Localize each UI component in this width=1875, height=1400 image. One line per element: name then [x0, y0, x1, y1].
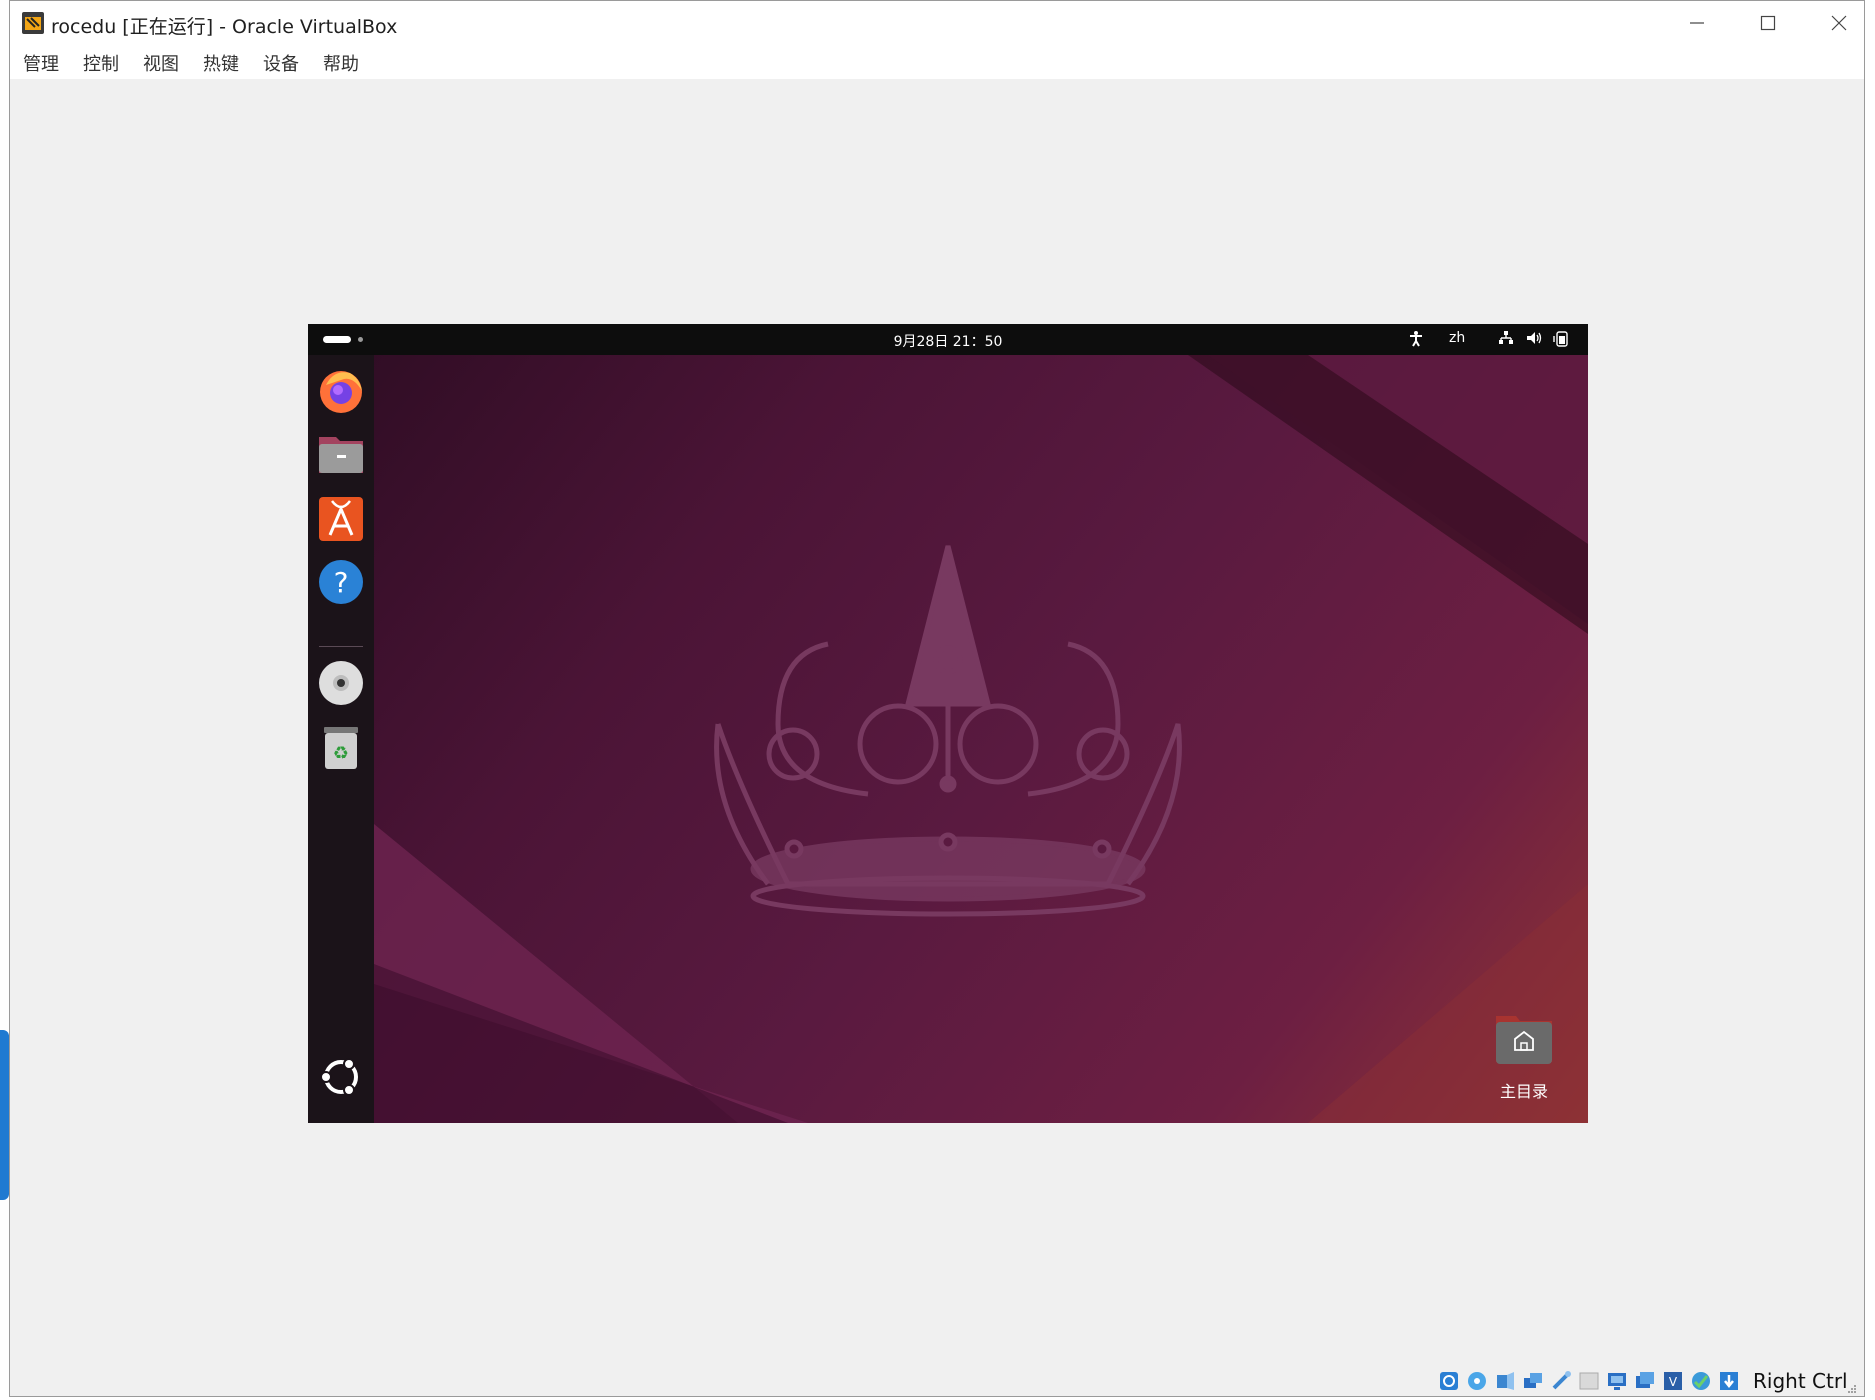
virtualbox-window: rocedu [正在运行] - Oracle VirtualBox 管理 控制 … — [9, 0, 1865, 1397]
minimize-icon — [1690, 22, 1704, 24]
close-icon — [1831, 15, 1847, 31]
input-method-indicator[interactable]: zh — [1449, 330, 1465, 346]
svg-text:♻: ♻ — [333, 743, 349, 764]
video-capture-icon[interactable] — [1634, 1370, 1656, 1392]
power-icon[interactable] — [1553, 330, 1569, 348]
network-icon[interactable] — [1498, 330, 1514, 346]
minimize-button[interactable] — [1662, 1, 1732, 45]
menu-machine[interactable]: 管理 — [21, 50, 61, 76]
shared-folders-icon[interactable] — [1578, 1370, 1600, 1392]
menu-view[interactable]: 视图 — [141, 50, 181, 76]
host-key-label[interactable]: Right Ctrl — [1753, 1369, 1848, 1393]
trash-icon[interactable]: ♻ — [316, 722, 366, 772]
maximize-icon — [1760, 15, 1776, 31]
hard-disk-icon[interactable] — [1438, 1370, 1460, 1392]
clock[interactable]: 9月28日 21：50 — [308, 331, 1588, 351]
audio-icon[interactable] — [1494, 1370, 1516, 1392]
menu-hotkeys[interactable]: 热键 — [201, 50, 241, 76]
help-icon[interactable]: ? — [316, 557, 366, 607]
guest-additions-icon[interactable] — [1690, 1370, 1712, 1392]
gnome-top-bar: 9月28日 21：50 zh — [308, 324, 1588, 355]
guest-screen[interactable]: 9月28日 21：50 zh ? ♻ 主目录 — [308, 324, 1588, 1123]
host-desktop-edge — [0, 1030, 9, 1200]
svg-text:?: ? — [334, 566, 349, 599]
menu-devices[interactable]: 设备 — [261, 50, 301, 76]
keyboard-capture-icon[interactable] — [1718, 1370, 1740, 1392]
app-center-icon[interactable] — [316, 493, 366, 543]
optical-drive-icon[interactable] — [1466, 1370, 1488, 1392]
menu-control[interactable]: 控制 — [81, 50, 121, 76]
files-icon[interactable] — [316, 429, 366, 479]
svg-text:V: V — [1669, 1375, 1678, 1389]
disc-icon[interactable] — [316, 658, 366, 708]
title-bar[interactable]: rocedu [正在运行] - Oracle VirtualBox — [10, 1, 1864, 45]
display-icon[interactable] — [1606, 1370, 1628, 1392]
wallpaper — [374, 355, 1588, 1123]
home-folder-icon — [1496, 1016, 1552, 1064]
dock-separator — [319, 646, 363, 647]
network-adapter-icon[interactable] — [1522, 1370, 1544, 1392]
close-button[interactable] — [1804, 1, 1874, 45]
maximize-button[interactable] — [1733, 1, 1803, 45]
usb-icon[interactable] — [1550, 1370, 1572, 1392]
desktop-home-folder[interactable]: 主目录 — [1482, 1012, 1566, 1112]
resize-grip-icon[interactable] — [1847, 1384, 1857, 1394]
crown-logo — [714, 545, 1182, 917]
virtualization-icon[interactable]: V — [1662, 1370, 1684, 1392]
firefox-icon[interactable] — [316, 365, 366, 415]
menu-bar: 管理 控制 视图 热键 设备 帮助 — [10, 45, 1864, 79]
ubuntu-dock: ? ♻ — [308, 355, 374, 1123]
window-title: rocedu [正在运行] - Oracle VirtualBox — [51, 16, 398, 38]
volume-icon[interactable] — [1526, 330, 1542, 346]
ubuntu-logo-icon[interactable] — [316, 1052, 366, 1102]
accessibility-icon[interactable] — [1408, 330, 1424, 348]
home-folder-label: 主目录 — [1499, 1082, 1548, 1101]
menu-help[interactable]: 帮助 — [321, 50, 361, 76]
virtualbox-app-icon — [22, 12, 44, 34]
